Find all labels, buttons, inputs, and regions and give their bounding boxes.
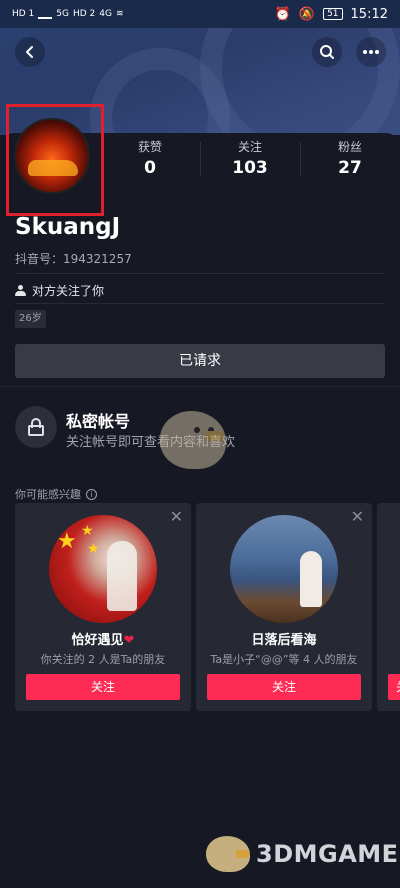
- profile-stats: 获赞 0 关注 103 粉丝 27: [100, 138, 400, 178]
- star-icon: ★: [87, 541, 100, 557]
- stat-label: 粉丝: [337, 140, 362, 154]
- follow-button[interactable]: 关注: [207, 674, 361, 700]
- person-icon: [15, 284, 26, 297]
- username: SkuangJ: [15, 214, 121, 240]
- suggestion-name-text: 恰好遇见: [71, 633, 124, 648]
- portrait-figure: [300, 551, 322, 607]
- stat-label: 关注: [237, 140, 262, 154]
- private-account-title: 私密帐号: [66, 412, 131, 431]
- signal-indicators: HD 1 5G HD 2 4G ≋: [12, 9, 124, 19]
- stat-value: 27: [338, 158, 362, 178]
- stat-value: 0: [144, 158, 156, 178]
- suggestion-avatar[interactable]: ★ ★ ★: [49, 515, 157, 623]
- clock: 15:12: [350, 6, 388, 22]
- stat-following[interactable]: 关注 103: [200, 138, 300, 178]
- suggestion-card[interactable]: ✕ ★ ★ ★ 恰好遇见❤ 你关注的 2 人是Ta的朋友 关注: [15, 503, 191, 711]
- douyin-id[interactable]: 抖音号：194321257: [15, 250, 132, 267]
- suggestion-name: 恰好遇见❤: [15, 629, 191, 648]
- suggestion-card[interactable]: ✕ 日落后看海 Ta是小子“@@”等 4 人的朋友 关注: [196, 503, 372, 711]
- star-icon: ★: [57, 529, 77, 554]
- more-dots-icon: [363, 50, 379, 54]
- follow-button[interactable]: 关注: [388, 674, 400, 700]
- search-button[interactable]: [312, 37, 342, 67]
- alarm-icon: ⏰: [274, 6, 291, 22]
- close-icon[interactable]: ✕: [351, 507, 364, 526]
- suggestion-name: 日落后看海: [251, 633, 317, 648]
- star-icon: ★: [81, 523, 94, 539]
- status-bar: HD 1 5G HD 2 4G ≋ ⏰ 🔕 51 15:12: [0, 0, 400, 28]
- lock-badge: [15, 406, 57, 448]
- network-4g-label: 4G: [99, 9, 112, 19]
- suggestion-desc: 你关注的 2 人是Ta的朋友: [40, 653, 166, 666]
- follow-button[interactable]: 关注: [26, 674, 180, 700]
- divider: [15, 303, 385, 304]
- site-watermark: 3DMGAME: [206, 836, 399, 872]
- chevron-left-icon: [26, 46, 33, 58]
- mute-icon: 🔕: [298, 6, 316, 22]
- stat-likes[interactable]: 获赞 0: [100, 138, 200, 178]
- follows-you-row: 对方关注了你: [15, 282, 104, 299]
- suggestions-title-text: 你可能感兴趣: [15, 488, 81, 501]
- watermark-text: 3DMGAME: [256, 840, 399, 868]
- avatar-highlight-box: [6, 104, 104, 216]
- heart-icon: ❤: [123, 633, 135, 648]
- back-button[interactable]: [15, 37, 45, 67]
- watermark-logo-icon: [206, 836, 250, 872]
- sim-2-label: HD 2: [73, 9, 96, 19]
- status-right: ⏰ 🔕 51 15:12: [275, 7, 388, 22]
- network-5g-label: 5G: [56, 9, 69, 19]
- divider: [15, 273, 385, 274]
- suggestions-title: 你可能感兴趣 i: [15, 486, 97, 502]
- suggestion-avatar[interactable]: [230, 515, 338, 623]
- info-icon[interactable]: i: [86, 488, 97, 500]
- age-tag: 26岁: [15, 310, 46, 328]
- lock-icon: [28, 418, 44, 436]
- mascot-watermark-icon: [150, 403, 246, 475]
- follows-you-text: 对方关注了你: [32, 284, 105, 298]
- stat-label: 获赞: [137, 140, 162, 154]
- stat-followers[interactable]: 粉丝 27: [300, 138, 400, 178]
- search-icon: [320, 45, 334, 59]
- close-icon[interactable]: ✕: [170, 507, 183, 526]
- stat-value: 103: [232, 158, 268, 178]
- suggestion-card-partial[interactable]: 关注: [377, 503, 400, 711]
- signal-icon: [38, 9, 53, 19]
- more-button[interactable]: [356, 37, 386, 67]
- suggestion-desc: Ta是小子“@@”等 4 人的朋友: [210, 653, 358, 666]
- wifi-icon: ≋: [116, 9, 124, 19]
- section-divider: [0, 386, 400, 387]
- portrait-figure: [107, 541, 137, 611]
- requested-button[interactable]: 已请求: [15, 344, 385, 378]
- sim-1-label: HD 1: [12, 9, 35, 19]
- battery-icon: 51: [323, 8, 343, 20]
